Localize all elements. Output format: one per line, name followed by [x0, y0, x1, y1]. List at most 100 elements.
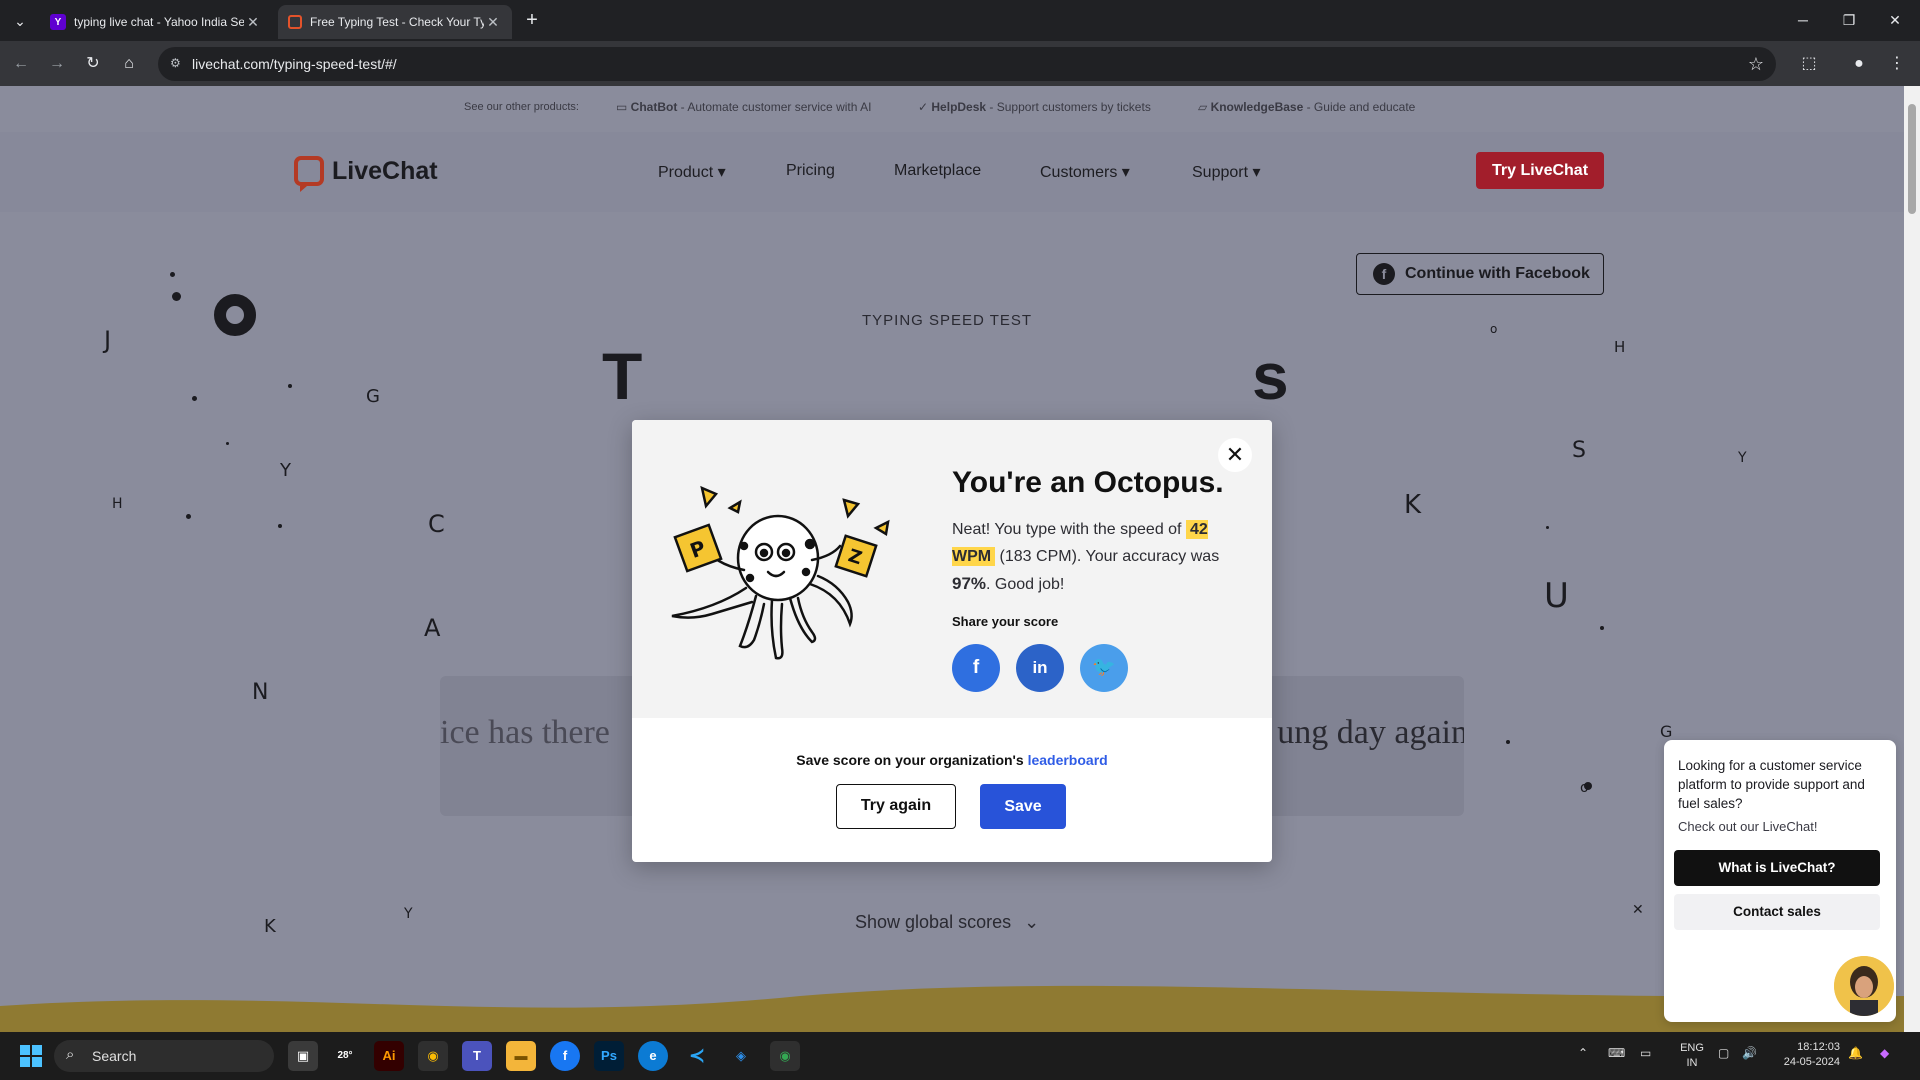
browser-tab-yahoo[interactable]: Y typing live chat - Yahoo India Se ✕: [40, 5, 272, 39]
decor-dot: [170, 272, 175, 277]
tray-chevron-up-icon[interactable]: ⌃: [1578, 1046, 1588, 1060]
chrome-icon[interactable]: ◉: [418, 1041, 448, 1071]
file-explorer-icon[interactable]: ▬: [506, 1041, 536, 1071]
decor-letter: A: [424, 614, 441, 642]
tab-close-icon[interactable]: ✕: [244, 14, 262, 31]
product-desc: - Automate customer service with AI: [677, 100, 872, 114]
profile-icon[interactable]: ●: [1846, 51, 1872, 77]
reload-icon[interactable]: ↻: [80, 51, 106, 77]
page-scrollbar[interactable]: [1904, 86, 1920, 1032]
product-helpdesk-link[interactable]: ✓ HelpDesk - Support customers by ticket…: [918, 100, 1151, 114]
keyboard-icon[interactable]: ⌨: [1608, 1046, 1625, 1060]
decor-letter: Y: [1738, 450, 1747, 466]
global-scores-label: Show global scores: [855, 912, 1012, 932]
share-facebook-button[interactable]: f: [952, 644, 1000, 692]
tray-display-icon[interactable]: ▭: [1640, 1046, 1651, 1060]
bookmark-star-icon[interactable]: ☆: [1748, 54, 1764, 75]
decor-dot: [1506, 740, 1510, 744]
nav-marketplace[interactable]: Marketplace: [894, 162, 981, 180]
remote-app-icon[interactable]: ◈: [726, 1041, 756, 1071]
decor-ring: [214, 294, 256, 336]
taskbar-clock[interactable]: 18:12:03 24-05-2024: [1768, 1040, 1840, 1070]
agent-avatar-icon: [1834, 956, 1894, 1016]
volume-icon[interactable]: 🔊: [1742, 1046, 1757, 1060]
decor-letter: H: [112, 496, 123, 512]
new-tab-plus-icon[interactable]: +: [520, 9, 544, 33]
result-desc-mid: (183 CPM). Your accuracy was: [995, 548, 1220, 565]
minimize-icon[interactable]: ─: [1780, 0, 1826, 41]
page-content: See our other products: ▭ ChatBot - Auto…: [0, 86, 1904, 1032]
nav-product[interactable]: Product ▾: [658, 162, 726, 182]
upcoming-text: ung day again: [1277, 714, 1464, 751]
page-title-left: T: [602, 339, 643, 413]
menu-kebab-icon[interactable]: ⋮: [1884, 51, 1910, 77]
task-view-icon[interactable]: ▣: [288, 1041, 318, 1071]
teams-icon[interactable]: T: [462, 1041, 492, 1071]
decorative-wave: [0, 985, 1904, 1032]
facebook-app-icon[interactable]: f: [550, 1041, 580, 1071]
decor-letter: K: [264, 916, 276, 937]
facebook-icon: f: [1373, 263, 1395, 285]
decor-letter: G: [366, 386, 380, 407]
save-score-label: Save score on your organization's: [796, 752, 1028, 768]
nav-pricing[interactable]: Pricing: [786, 162, 835, 180]
product-chatbot-link[interactable]: ▭ ChatBot - Automate customer service wi…: [616, 100, 871, 114]
what-is-livechat-button[interactable]: What is LiveChat?: [1674, 850, 1880, 886]
save-score-text: Save score on your organization's leader…: [632, 752, 1272, 768]
language-indicator[interactable]: ENG IN: [1676, 1041, 1708, 1071]
edge-icon[interactable]: e: [638, 1041, 668, 1071]
other-products-bar: See our other products: ▭ ChatBot - Auto…: [0, 86, 1904, 132]
home-icon[interactable]: ⌂: [116, 51, 142, 77]
close-window-icon[interactable]: ✕: [1872, 0, 1918, 41]
windows-taskbar: ⌕ Search ▣ 28° Ai ◉ T ▬ f Ps e ≺ ◈ ◉ ⌃ ⌨…: [0, 1032, 1920, 1080]
site-settings-icon[interactable]: ⚙: [170, 56, 181, 70]
network-icon[interactable]: ▢: [1718, 1046, 1729, 1060]
show-global-scores-button[interactable]: Show global scores ⌄: [855, 912, 1039, 933]
decor-letter: K: [1404, 490, 1422, 520]
nav-customers[interactable]: Customers ▾: [1040, 162, 1130, 182]
tab-search-chevron-icon[interactable]: ⌄: [8, 9, 32, 33]
extensions-icon[interactable]: ⬚: [1796, 51, 1822, 77]
continue-with-facebook-button[interactable]: f Continue with Facebook: [1356, 253, 1604, 295]
copilot-icon[interactable]: ◆: [1880, 1046, 1889, 1060]
contact-sales-button[interactable]: Contact sales: [1674, 894, 1880, 930]
vscode-icon[interactable]: ≺: [682, 1041, 712, 1071]
livechat-logo[interactable]: LiveChat: [294, 156, 438, 192]
try-again-button[interactable]: Try again: [836, 784, 956, 829]
save-button[interactable]: Save: [980, 784, 1066, 829]
decor-dot: [1600, 626, 1604, 630]
product-knowledgebase-link[interactable]: ▱ KnowledgeBase - Guide and educate: [1198, 100, 1415, 114]
restore-icon[interactable]: ❐: [1826, 0, 1872, 41]
taskbar-search[interactable]: ⌕ Search: [54, 1040, 274, 1072]
forward-arrow-icon[interactable]: →: [44, 51, 70, 77]
product-desc: - Guide and educate: [1303, 100, 1416, 114]
product-desc: - Support customers by tickets: [986, 100, 1151, 114]
nav-support[interactable]: Support ▾: [1192, 162, 1261, 182]
scrollbar-thumb[interactable]: [1908, 104, 1916, 214]
lang-line1: ENG: [1680, 1042, 1704, 1054]
chrome-profile-icon[interactable]: ◉: [770, 1041, 800, 1071]
browser-tabbar: ⌄ Y typing live chat - Yahoo India Se ✕ …: [0, 0, 1920, 41]
decor-letter: o: [1580, 780, 1589, 796]
decor-dot: [278, 524, 282, 528]
product-name: KnowledgeBase: [1210, 100, 1304, 114]
decor-letter: H: [1614, 338, 1626, 356]
windows-start-icon[interactable]: [20, 1045, 42, 1067]
tab-close-icon[interactable]: ✕: [484, 14, 502, 31]
clock-time: 18:12:03: [1797, 1041, 1840, 1053]
tab-title: typing live chat - Yahoo India Se: [74, 15, 244, 29]
leaderboard-link[interactable]: leaderboard: [1028, 752, 1108, 768]
notification-bell-icon[interactable]: 🔔: [1848, 1046, 1863, 1060]
share-linkedin-button[interactable]: in: [1016, 644, 1064, 692]
photoshop-icon[interactable]: Ps: [594, 1041, 624, 1071]
share-twitter-button[interactable]: 🐦: [1080, 644, 1128, 692]
address-bar[interactable]: ⚙ livechat.com/typing-speed-test/#/ ☆: [158, 47, 1776, 81]
browser-tab-livechat[interactable]: Free Typing Test - Check Your Ty ✕: [278, 5, 512, 39]
back-arrow-icon[interactable]: ←: [8, 51, 34, 77]
weather-icon[interactable]: 28°: [330, 1041, 360, 1071]
decor-letter: G: [1660, 722, 1673, 741]
chat-agent-avatar[interactable]: [1834, 956, 1894, 1016]
try-livechat-button[interactable]: Try LiveChat: [1476, 152, 1604, 189]
illustrator-icon[interactable]: Ai: [374, 1041, 404, 1071]
tab-title: Free Typing Test - Check Your Ty: [310, 15, 484, 29]
